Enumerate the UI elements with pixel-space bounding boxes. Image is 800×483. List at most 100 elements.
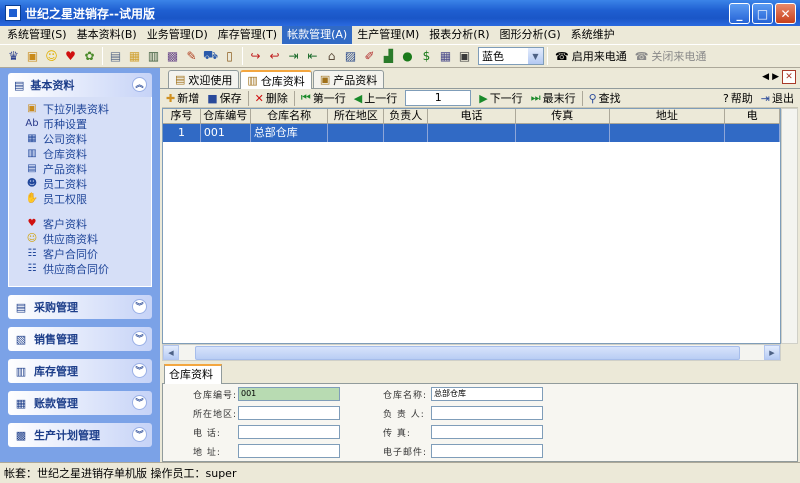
tab-2[interactable]: ▣ 产品资料 (312, 70, 385, 88)
cart-icon[interactable]: ▨ (341, 47, 360, 66)
nav-item-items_group2-0[interactable]: ♥ 客户资料 (25, 216, 151, 231)
menu-item-8[interactable]: 系统维护 (566, 26, 620, 44)
find-button[interactable]: ⚲ 查找 (585, 90, 625, 106)
chevron-down-icon[interactable]: ︾ (132, 363, 147, 378)
next-row-button[interactable]: ▶ 下一行 (475, 90, 526, 106)
calc-icon[interactable]: ▥ (144, 47, 163, 66)
table-cell[interactable] (516, 124, 610, 142)
exit-button[interactable]: ⇥ 退出 (757, 90, 798, 106)
scroll-left-icon[interactable]: ◀ (163, 345, 179, 360)
save-button[interactable]: ■ 保存 (203, 90, 245, 106)
grid-vertical-scrollbar[interactable] (781, 108, 798, 344)
smiley-icon[interactable]: ☺ (42, 47, 61, 66)
enable-phone-button[interactable]: ☎ 启用来电通 (551, 48, 631, 64)
nav-section-0[interactable]: ▤ 采购管理 ︾ (8, 295, 152, 319)
tab-scroll-right-icon[interactable]: ▶ (772, 72, 779, 82)
arrow-in-icon[interactable]: ↪ (246, 47, 265, 66)
edit-icon[interactable]: ✐ (360, 47, 379, 66)
dollar-icon[interactable]: $ (417, 47, 436, 66)
door-out-icon[interactable]: ⇤ (303, 47, 322, 66)
color-scheme-select[interactable]: 蓝色 ▼ (478, 47, 544, 65)
folder-icon[interactable]: ▦ (125, 47, 144, 66)
nav-item-items_group1-0[interactable]: ▣ 下拉列表资料 (25, 101, 151, 116)
menu-item-4[interactable]: 帐款管理(A) (282, 26, 353, 44)
column-header[interactable]: 地址 (610, 109, 726, 123)
nav-section-3[interactable]: ▦ 账款管理 ︾ (8, 391, 152, 415)
column-header[interactable]: 负责人 (384, 109, 429, 123)
column-header[interactable]: 所在地区 (328, 109, 385, 123)
fax-field[interactable] (431, 425, 543, 439)
chevron-down-icon[interactable]: ︾ (132, 331, 147, 346)
menu-item-7[interactable]: 图形分析(G) (495, 26, 566, 44)
prev-row-button[interactable]: ◀ 上一行 (350, 90, 401, 106)
chart-icon[interactable]: ▟ (379, 47, 398, 66)
tab-1[interactable]: ▥ 仓库资料 (240, 70, 312, 89)
column-header[interactable]: 仓库编号 (201, 109, 251, 123)
table-row[interactable]: 1 001 总部仓库 (163, 124, 780, 142)
table-cell[interactable] (610, 124, 726, 142)
delete-button[interactable]: ✕ 删除 (251, 90, 292, 106)
door-in-icon[interactable]: ⇥ (284, 47, 303, 66)
chevron-down-icon[interactable]: ︾ (132, 395, 147, 410)
email-field[interactable] (431, 444, 543, 458)
nav-item-items_group1-5[interactable]: ☻ 员工资料 (25, 176, 151, 191)
chevron-down-icon[interactable]: ︾ (132, 299, 147, 314)
tab-0[interactable]: ▤ 欢迎使用 (168, 70, 240, 88)
menu-item-2[interactable]: 业务管理(D) (142, 26, 213, 44)
help-button[interactable]: ? 帮助 (719, 90, 757, 106)
code-field[interactable]: 001 (238, 387, 340, 401)
new-button[interactable]: ✚ 新增 (162, 90, 203, 106)
table-cell[interactable]: 001 (201, 124, 251, 142)
box-icon[interactable]: ▣ (23, 47, 42, 66)
region-field[interactable] (238, 406, 340, 420)
table-cell[interactable] (428, 124, 516, 142)
doc-icon[interactable]: ▤ (106, 47, 125, 66)
maximize-button[interactable]: □ (752, 3, 773, 24)
address-field[interactable] (238, 444, 340, 458)
name-field[interactable]: 总部仓库 (431, 387, 543, 401)
nav-item-items_group1-1[interactable]: Ab 币种设置 (25, 116, 151, 131)
nav-item-items_group1-3[interactable]: ▥ 仓库资料 (25, 146, 151, 161)
close-button[interactable]: ✕ (775, 3, 796, 24)
chevron-up-icon[interactable]: ︽ (132, 77, 147, 92)
record-number-input[interactable]: 1 (405, 90, 472, 106)
last-row-button[interactable]: ⏭ 最末行 (527, 90, 580, 106)
users-icon[interactable]: ♛ (4, 47, 23, 66)
tag-icon[interactable]: ✿ (80, 47, 99, 66)
first-row-button[interactable]: ⏮ 第一行 (297, 90, 350, 106)
nav-item-items_group2-1[interactable]: ☺ 供应商资料 (25, 231, 151, 246)
column-header[interactable]: 电 (725, 109, 780, 123)
grid-horizontal-scrollbar[interactable]: ◀ ▶ (162, 344, 781, 361)
disable-phone-button[interactable]: ☎ 关闭来电通 (631, 48, 711, 64)
nav-section-1[interactable]: ▧ 销售管理 ︾ (8, 327, 152, 351)
minimize-button[interactable]: _ (729, 3, 750, 24)
book-icon[interactable]: ▯ (220, 47, 239, 66)
heart-icon[interactable]: ♥ (61, 47, 80, 66)
nav-item-items_group1-2[interactable]: ▦ 公司资料 (25, 131, 151, 146)
phone-field[interactable] (238, 425, 340, 439)
nav-section-2[interactable]: ▥ 库存管理 ︾ (8, 359, 152, 383)
nav-item-items_group2-2[interactable]: ☷ 客户合同价 (25, 246, 151, 261)
chevron-down-icon[interactable]: ▼ (528, 48, 543, 64)
menu-item-1[interactable]: 基本资料(B) (72, 26, 142, 44)
column-header[interactable]: 仓库名称 (251, 109, 329, 123)
scroll-right-icon[interactable]: ▶ (764, 345, 780, 360)
message-icon[interactable]: ▣ (455, 47, 474, 66)
arrow-out-icon[interactable]: ↩ (265, 47, 284, 66)
table-cell[interactable] (328, 124, 385, 142)
table-cell[interactable] (384, 124, 429, 142)
nav-item-items_group1-4[interactable]: ▤ 产品资料 (25, 161, 151, 176)
table-icon[interactable]: ▦ (436, 47, 455, 66)
table-cell[interactable]: 总部仓库 (251, 124, 329, 142)
grid-icon[interactable]: ▩ (163, 47, 182, 66)
nav-panel-basic-header[interactable]: ▤ 基本资料 ︽ (8, 73, 152, 97)
menu-item-0[interactable]: 系统管理(S) (2, 26, 72, 44)
menu-item-5[interactable]: 生产管理(M) (352, 26, 424, 44)
scroll-thumb[interactable] (195, 345, 740, 360)
table-cell[interactable] (725, 124, 780, 142)
manager-field[interactable] (431, 406, 543, 420)
column-header[interactable]: 传真 (516, 109, 610, 123)
coins-icon[interactable]: ● (398, 47, 417, 66)
chevron-down-icon[interactable]: ︾ (132, 427, 147, 442)
menu-item-3[interactable]: 库存管理(T) (213, 26, 282, 44)
